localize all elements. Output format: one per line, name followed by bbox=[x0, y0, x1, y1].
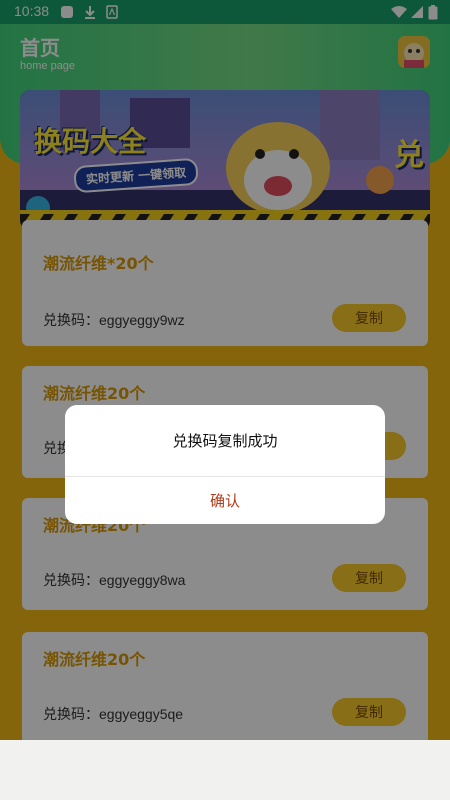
copy-success-dialog: 兑换码复制成功 确认 bbox=[65, 405, 385, 524]
app-screen: 10:38 首页 home page 换码大全 实时更新 一键领取 兑 潮流纤维… bbox=[0, 0, 450, 740]
modal-overlay[interactable] bbox=[0, 0, 450, 740]
bottom-area bbox=[0, 740, 450, 800]
dialog-message: 兑换码复制成功 bbox=[172, 432, 278, 450]
confirm-button[interactable]: 确认 bbox=[65, 477, 385, 524]
